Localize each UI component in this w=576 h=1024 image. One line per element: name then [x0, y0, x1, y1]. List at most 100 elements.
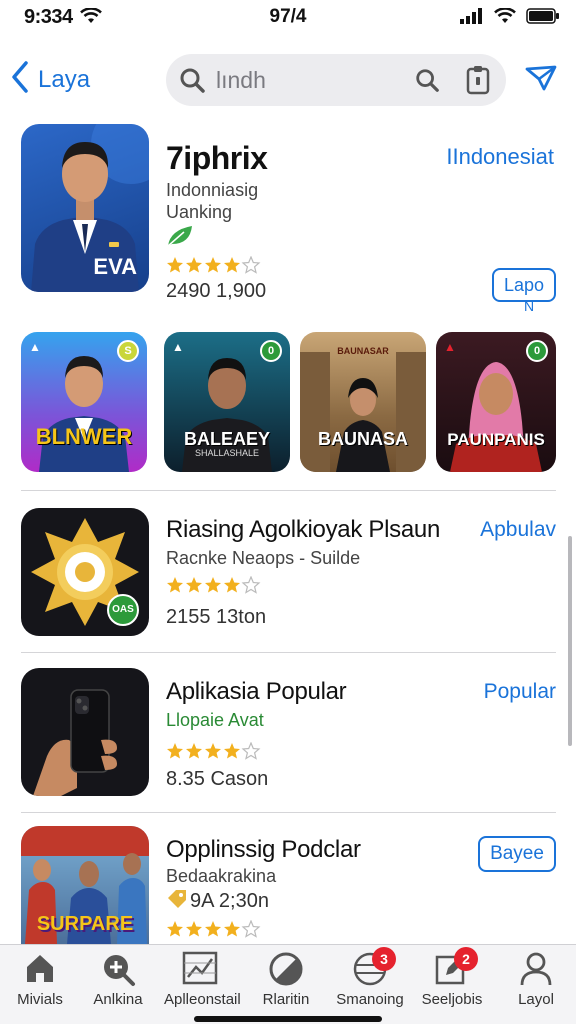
star-icon: [224, 577, 240, 593]
back-button[interactable]: Laya: [10, 60, 90, 99]
tab-bar: Mivials Anlkina Aplleonstail Rlaritin 3 …: [0, 944, 576, 1024]
app-subtitle: Llopaie Avat: [166, 710, 264, 730]
star-icon: [167, 743, 183, 759]
app-stats: 9A 2;30n: [190, 890, 269, 912]
tab-apps[interactable]: Aplleonstail: [164, 951, 241, 1008]
star-icon: [186, 921, 202, 937]
portrait-illustration: [39, 356, 129, 472]
portrait-illustration: [450, 362, 542, 472]
verified-leaf-icon: [166, 224, 194, 253]
star-icon: [186, 743, 202, 759]
slash-circle-icon: [250, 951, 322, 989]
battery-icon: [526, 8, 560, 29]
nav-bar: Laya lındh: [0, 48, 576, 110]
featured-action-link[interactable]: IIndonesiat: [446, 144, 554, 170]
star-icon: [224, 257, 240, 273]
phone-in-hand-illustration: [33, 689, 117, 796]
signal-icon: [460, 8, 484, 29]
tile-label: BLNWER: [35, 424, 133, 449]
grid-tile[interactable]: ▲ 0 PAUNPANIS: [436, 332, 556, 472]
edit-icon: 2: [416, 947, 488, 989]
chart-icon: [164, 951, 236, 989]
tab-label: Mivials: [17, 991, 63, 1008]
app-icon[interactable]: SURPARE: [21, 826, 149, 944]
tab-label: Rlaritin: [262, 991, 310, 1008]
divider: [21, 490, 556, 491]
featured-app-image[interactable]: EVA: [21, 124, 149, 292]
star-icon: [241, 575, 261, 594]
app-title[interactable]: Aplikasia Popular: [166, 678, 347, 706]
search-icon[interactable]: [414, 67, 440, 98]
app-action-link[interactable]: Popular: [484, 680, 556, 704]
tab-seeljobis[interactable]: 2 Seeljobis: [416, 947, 488, 1008]
divider: [21, 652, 556, 653]
button-subtext: N: [524, 298, 535, 314]
tab-rlaritin[interactable]: Rlaritin: [250, 951, 322, 1008]
tile-sublabel: BAUNASAR: [337, 346, 389, 356]
app-title[interactable]: Riasing Agolkioyak Plsaun: [166, 516, 440, 544]
price-tag-icon: [166, 888, 188, 915]
tab-label: Aplleonstail: [164, 991, 241, 1008]
status-indicators: [460, 7, 560, 29]
get-button[interactable]: Bayee: [478, 836, 556, 872]
featured-stats: 2490 1,900: [166, 280, 267, 302]
zoom-plus-icon: [82, 951, 154, 989]
notification-badge: 2: [454, 947, 478, 971]
grid-tile[interactable]: ▲ 0 BALEAEY SHALLASHALE: [164, 332, 290, 472]
app-title[interactable]: Opplinssig Podclar: [166, 836, 361, 864]
home-icon: [4, 951, 76, 989]
star-icon: [224, 743, 240, 759]
get-button[interactable]: Lapo: [492, 268, 556, 302]
app-subtitle: Racnke Neaops - Suilde: [166, 548, 361, 568]
star-icon: [186, 257, 202, 273]
person-icon: [500, 951, 572, 989]
app-icon[interactable]: OAS: [21, 508, 149, 636]
status-bar: 9:334 97/4: [0, 0, 576, 36]
app-icon[interactable]: [21, 668, 149, 796]
back-label: Laya: [38, 65, 91, 93]
send-icon[interactable]: [524, 64, 558, 97]
notification-badge: 3: [372, 947, 396, 971]
scrollbar[interactable]: [568, 536, 572, 746]
image-caption: SURPARE: [36, 913, 134, 935]
tab-layol[interactable]: Layol: [500, 951, 572, 1008]
star-icon: [241, 255, 261, 274]
app-badge: OAS: [107, 594, 139, 626]
star-icon: [241, 741, 261, 760]
star-icon: [205, 743, 221, 759]
star-rating: [166, 575, 266, 599]
star-rating: [166, 741, 266, 765]
tab-search[interactable]: Anlkina: [82, 951, 154, 1008]
image-caption: EVA: [93, 254, 137, 279]
featured-subtitle: Indonniasig: [166, 180, 259, 200]
grid-tile[interactable]: BAUNASA BAUNASAR: [300, 332, 426, 472]
app-subtitle: Bedaakrakina: [166, 866, 277, 886]
tab-label: Smanoing: [336, 991, 404, 1008]
star-icon: [167, 577, 183, 593]
star-icon: [186, 577, 202, 593]
star-icon: [241, 919, 261, 938]
grid-tile[interactable]: ▲ S BLNWER: [21, 332, 147, 472]
tab-smanoing[interactable]: 3 Smanoing: [334, 947, 406, 1008]
tile-label: BAUNASA: [318, 429, 408, 449]
featured-app-title[interactable]: 7iphrix: [166, 140, 268, 177]
tab-home[interactable]: Mivials: [4, 951, 76, 1008]
search-input[interactable]: lındh: [216, 67, 266, 94]
home-indicator[interactable]: [194, 1016, 382, 1022]
tab-label: Anlkina: [93, 991, 143, 1008]
search-icon: [178, 66, 206, 99]
app-stats: 8.35 Cason: [166, 768, 269, 790]
star-icon: [167, 257, 183, 273]
wifi-icon: [494, 7, 516, 29]
chevron-left-icon: [10, 60, 30, 99]
star-icon: [205, 257, 221, 273]
clipboard-icon[interactable]: [466, 65, 490, 100]
star-icon: [167, 921, 183, 937]
tab-label: Seeljobis: [421, 991, 483, 1008]
tile-label: PAUNPANIS: [447, 430, 545, 449]
tile-label: BALEAEY: [183, 429, 270, 449]
search-field[interactable]: lındh: [166, 54, 506, 106]
app-action-link[interactable]: Apbulav: [480, 518, 556, 542]
star-icon: [224, 921, 240, 937]
app-stats: 2155 13ton: [166, 606, 267, 628]
